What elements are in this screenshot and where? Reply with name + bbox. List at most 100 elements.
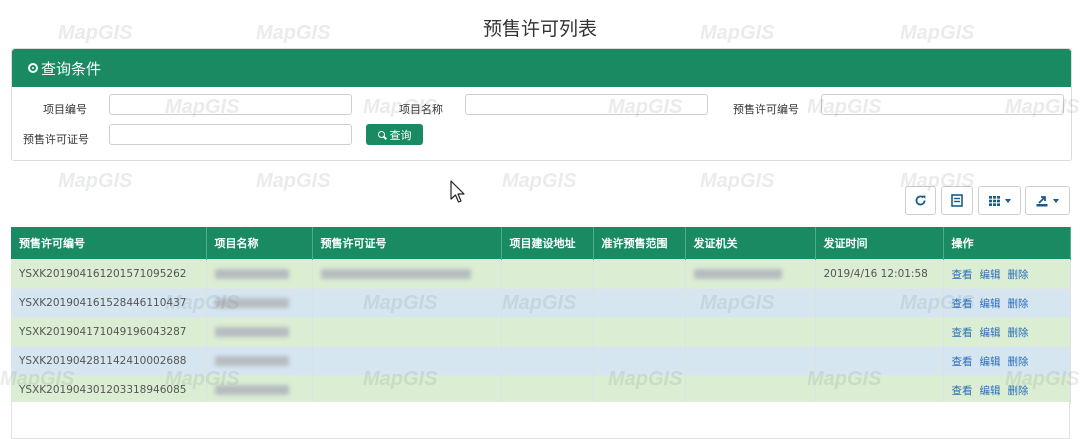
column-header[interactable]: 发证机关 [685, 227, 816, 260]
license-number-cell [312, 317, 502, 347]
chevron-down-icon [1053, 198, 1059, 203]
presale-license-number-input[interactable] [109, 124, 352, 145]
presale-scope-cell [593, 346, 686, 376]
table-row[interactable]: YSXK20190428114241000268​8 查看 编辑 删除 [11, 346, 1071, 376]
columns-dropdown-button[interactable] [978, 186, 1021, 215]
redacted-text [693, 269, 782, 279]
watermark: MapGIS [256, 170, 331, 192]
issue-time-cell [815, 346, 944, 376]
view-link[interactable]: 查看 [952, 356, 973, 368]
watermark: MapGIS [502, 170, 577, 192]
presale-permit-number-label: 预售许可编号 [733, 103, 799, 116]
table-header-row: 预售许可编号 项目名称 预售许可证号 项目建设地址 准许预售范围 发证机关 发证… [11, 227, 1071, 260]
view-link[interactable]: 查看 [952, 298, 973, 310]
permit-number-cell: YSXK20190428114241000268​8 [11, 346, 207, 376]
actions-cell: 查看 编辑 删除 [943, 288, 1071, 318]
table-row[interactable]: YSXK20190416120157109526​2 2019/4/16 12:… [11, 259, 1071, 289]
table-row[interactable]: YSXK20190430120331894608​5 查看 编辑 删除 [11, 375, 1071, 404]
issue-time-cell [815, 317, 944, 347]
address-cell [501, 288, 594, 318]
issue-time-cell: 2019/4/16 12:01:58 [815, 259, 944, 289]
search-button[interactable]: 查询 [366, 124, 423, 145]
search-button-label: 查询 [389, 128, 412, 142]
project-name-cell [206, 317, 313, 347]
query-panel: 查询条件 项目编号 项目名称 预售许可编号 预售许可证号 查询 [11, 48, 1072, 161]
columns-icon [988, 195, 1000, 206]
presale-scope-cell [593, 288, 686, 318]
address-cell [501, 375, 594, 404]
mouse-pointer-icon [450, 180, 465, 203]
refresh-icon [915, 195, 926, 206]
project-name-label: 项目名称 [399, 103, 443, 116]
presale-scope-cell [593, 259, 686, 289]
issue-time-cell [815, 288, 944, 318]
watermark: MapGIS [58, 170, 133, 192]
table-row[interactable]: YSXK20190417104919604328​7 查看 编辑 删除 [11, 317, 1071, 347]
actions-cell: 查看 编辑 删除 [943, 317, 1071, 347]
delete-link[interactable]: 删除 [1008, 385, 1029, 397]
delete-link[interactable]: 删除 [1008, 269, 1029, 281]
license-number-cell [312, 375, 502, 404]
project-number-label: 项目编号 [43, 103, 87, 116]
view-link[interactable]: 查看 [952, 327, 973, 339]
column-header[interactable]: 预售许可证号 [312, 227, 502, 260]
project-name-cell [206, 346, 313, 376]
license-number-cell [312, 288, 502, 318]
chevron-down-icon [1004, 198, 1011, 203]
issuing-authority-cell [685, 375, 816, 404]
table-empty-area [11, 402, 1070, 439]
edit-link[interactable]: 编辑 [980, 298, 1001, 310]
project-name-cell [206, 259, 313, 289]
project-number-input[interactable] [109, 94, 352, 115]
query-panel-title: 查询条件 [41, 59, 102, 78]
delete-link[interactable]: 删除 [1008, 298, 1029, 310]
column-header[interactable]: 准许预售范围 [593, 227, 686, 260]
actions-cell: 查看 编辑 删除 [943, 375, 1071, 404]
redacted-text [320, 269, 471, 279]
redacted-text [214, 356, 289, 366]
project-name-input[interactable] [465, 94, 708, 115]
edit-link[interactable]: 编辑 [980, 385, 1001, 397]
column-header[interactable]: 项目名称 [206, 227, 313, 260]
actions-cell: 查看 编辑 删除 [943, 259, 1071, 289]
export-icon [1036, 195, 1048, 206]
delete-link[interactable]: 删除 [1008, 327, 1029, 339]
toggle-view-icon [951, 194, 963, 207]
view-link[interactable]: 查看 [952, 269, 973, 281]
license-number-cell [312, 259, 502, 289]
target-icon [28, 63, 38, 73]
redacted-text [214, 269, 289, 279]
project-name-cell [206, 288, 313, 318]
column-header[interactable]: 预售许可编号 [11, 227, 207, 260]
edit-link[interactable]: 编辑 [980, 356, 1001, 368]
issuing-authority-cell [685, 317, 816, 347]
license-number-cell [312, 346, 502, 376]
presale-permit-table: 预售许可编号 项目名称 预售许可证号 项目建设地址 准许预售范围 发证机关 发证… [11, 227, 1071, 404]
query-panel-header: 查询条件 [12, 49, 1071, 87]
refresh-button[interactable] [905, 186, 936, 215]
permit-number-cell: YSXK20190416120157109526​2 [11, 259, 207, 289]
table-row[interactable]: YSXK20190416152844611043​7 查看 编辑 删除 [11, 288, 1071, 318]
issuing-authority-cell [685, 346, 816, 376]
export-dropdown-button[interactable] [1025, 186, 1070, 215]
project-name-cell [206, 375, 313, 404]
column-header: 操作 [943, 227, 1071, 260]
address-cell [501, 259, 594, 289]
address-cell [501, 317, 594, 347]
redacted-text [214, 298, 289, 308]
redacted-text [214, 385, 289, 395]
address-cell [501, 346, 594, 376]
search-icon [377, 131, 385, 138]
column-header[interactable]: 发证时间 [815, 227, 944, 260]
edit-link[interactable]: 编辑 [980, 327, 1001, 339]
permit-number-cell: YSXK20190416152844611043​7 [11, 288, 207, 318]
toggle-view-button[interactable] [941, 186, 973, 215]
edit-link[interactable]: 编辑 [980, 269, 1001, 281]
column-header[interactable]: 项目建设地址 [501, 227, 594, 260]
presale-permit-number-input[interactable] [821, 94, 1064, 115]
permit-number-cell: YSXK20190430120331894608​5 [11, 375, 207, 404]
view-link[interactable]: 查看 [952, 385, 973, 397]
presale-license-number-label: 预售许可证号 [23, 133, 89, 146]
delete-link[interactable]: 删除 [1008, 356, 1029, 368]
issuing-authority-cell [685, 259, 816, 289]
